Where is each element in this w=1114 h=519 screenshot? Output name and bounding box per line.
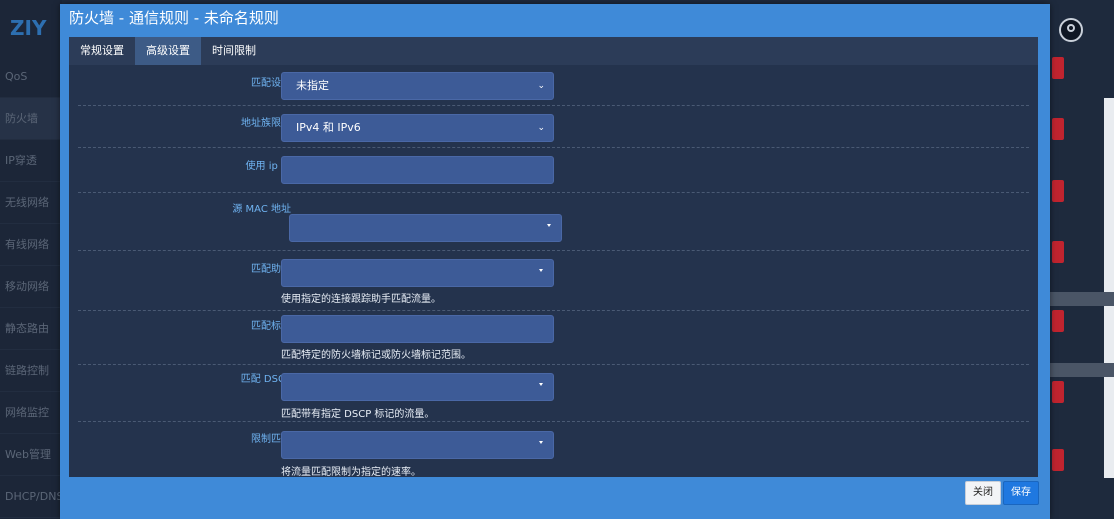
address-family-select[interactable]: IPv4 和 IPv6 ⌄ — [281, 114, 554, 142]
background-menu: QoS 防火墙 IP穿透 无线网络 有线网络 移动网络 静态路由 链路控制 网络… — [0, 56, 62, 518]
menu-item-link-control[interactable]: 链路控制 — [0, 350, 62, 392]
background-delete-button — [1052, 241, 1064, 263]
menu-item-web-admin[interactable]: Web管理 — [0, 434, 62, 476]
caret-down-icon — [547, 224, 551, 227]
tab-general-settings[interactable]: 常规设置 — [69, 37, 135, 65]
source-mac-select[interactable] — [289, 214, 562, 242]
background-delete-button — [1052, 118, 1064, 140]
close-button[interactable]: 关闭 — [965, 481, 1001, 505]
user-avatar-icon[interactable] — [1059, 18, 1083, 42]
form-row-source-mac: 源 MAC 地址 — [78, 192, 1029, 251]
match-device-select[interactable]: 未指定 ⌄ — [281, 72, 554, 100]
modal-title: 防火墙 - 通信规则 - 未命名规则 — [69, 9, 279, 27]
logo: ZIY — [10, 16, 47, 40]
form-row-match-device: 匹配设备 未指定 ⌄ — [78, 65, 1029, 106]
caret-down-icon — [539, 383, 543, 386]
background-ghost-text — [1050, 363, 1114, 377]
form-row-limit-match: 限制匹配 将流量匹配限制为指定的速率。 — [78, 421, 1029, 477]
field-label: 源 MAC 地址 — [232, 204, 291, 215]
tab-advanced-settings[interactable]: 高级设置 — [135, 37, 201, 65]
tab-time-restrictions[interactable]: 时间限制 — [201, 37, 267, 65]
menu-item-network-monitor[interactable]: 网络监控 — [0, 392, 62, 434]
chevron-down-icon: ⌄ — [537, 123, 545, 133]
form-row-address-family: 地址族限制 IPv4 和 IPv6 ⌄ — [78, 105, 1029, 148]
form-row-match-helper: 匹配助手 使用指定的连接跟踪助手匹配流量。 — [78, 250, 1029, 311]
background-delete-button — [1052, 381, 1064, 403]
save-button[interactable]: 保存 — [1003, 481, 1039, 505]
ip-set-input[interactable] — [281, 156, 554, 184]
background-delete-button — [1052, 180, 1064, 202]
caret-down-icon — [539, 269, 543, 272]
match-dscp-select[interactable] — [281, 373, 554, 401]
field-value: IPv4 和 IPv6 — [296, 121, 361, 134]
menu-item-firewall[interactable]: 防火墙 — [0, 98, 62, 140]
match-helper-select[interactable] — [281, 259, 554, 287]
background-panel — [1104, 98, 1114, 478]
menu-item-static-route[interactable]: 静态路由 — [0, 308, 62, 350]
menu-item-mobile[interactable]: 移动网络 — [0, 266, 62, 308]
tab-bar: 常规设置 高级设置 时间限制 — [69, 37, 1038, 65]
background-delete-button — [1052, 449, 1064, 471]
background-delete-button — [1052, 310, 1064, 332]
menu-item-wired[interactable]: 有线网络 — [0, 224, 62, 266]
menu-item-ip-penetration[interactable]: IP穿透 — [0, 140, 62, 182]
menu-item-qos[interactable]: QoS — [0, 56, 62, 98]
chevron-down-icon: ⌄ — [537, 81, 545, 91]
form-row-match-mark: 匹配标记 匹配特定的防火墙标记或防火墙标记范围。 — [78, 310, 1029, 365]
form-row-match-dscp: 匹配 DSCP 匹配带有指定 DSCP 标记的流量。 — [78, 364, 1029, 422]
background-delete-button — [1052, 57, 1064, 79]
match-mark-input[interactable] — [281, 315, 554, 343]
field-value: 未指定 — [296, 79, 329, 92]
form-row-ip-set: 使用 ip 集 — [78, 147, 1029, 193]
background-sidebar: ZIY QoS 防火墙 IP穿透 无线网络 有线网络 移动网络 静态路由 链路控… — [0, 0, 62, 519]
field-help-text: 将流量匹配限制为指定的速率。 — [281, 467, 421, 477]
advanced-settings-form: 匹配设备 未指定 ⌄ 地址族限制 IPv4 和 IPv6 ⌄ 使用 ip 集 源… — [69, 65, 1038, 477]
menu-item-dhcp-dns[interactable]: DHCP/DNS — [0, 476, 62, 518]
field-help-text: 使用指定的连接跟踪助手匹配流量。 — [281, 294, 441, 305]
menu-item-wireless[interactable]: 无线网络 — [0, 182, 62, 224]
limit-match-select[interactable] — [281, 431, 554, 459]
field-help-text: 匹配特定的防火墙标记或防火墙标记范围。 — [281, 350, 471, 361]
caret-down-icon — [539, 441, 543, 444]
background-ghost-text — [1050, 292, 1114, 306]
field-help-text: 匹配带有指定 DSCP 标记的流量。 — [281, 409, 435, 420]
firewall-rule-modal: 防火墙 - 通信规则 - 未命名规则 常规设置 高级设置 时间限制 匹配设备 未… — [60, 4, 1050, 519]
